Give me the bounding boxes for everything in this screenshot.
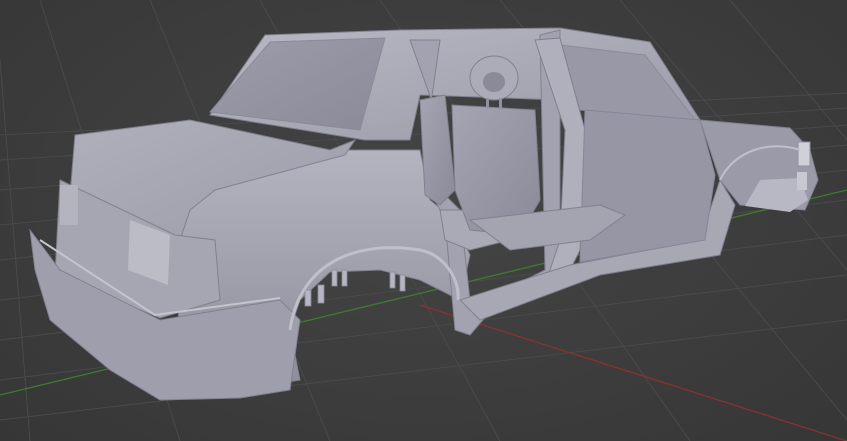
x-axis-line xyxy=(419,304,847,441)
car-interior-wall xyxy=(579,109,716,263)
viewport-canvas[interactable] xyxy=(0,0,847,441)
3d-viewport[interactable] xyxy=(0,0,847,441)
car-body-mesh[interactable] xyxy=(29,27,819,401)
car-tail-light-left xyxy=(60,185,78,225)
car-rear-seat xyxy=(419,94,456,206)
